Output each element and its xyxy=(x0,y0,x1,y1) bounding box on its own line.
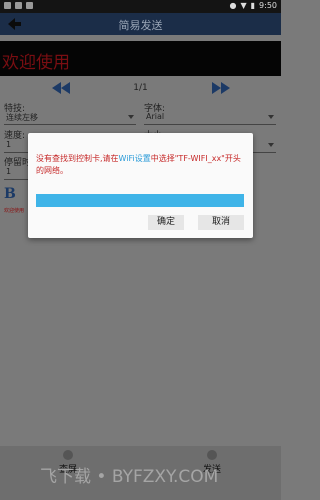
wifi-icon: ▼ xyxy=(240,1,247,10)
battery-icon: ▮ xyxy=(250,1,256,10)
effect-select[interactable]: 连续左移 xyxy=(4,111,136,125)
stay-value: 1 xyxy=(6,167,12,176)
status-time: 9:50 xyxy=(259,1,277,10)
wifi-settings-link[interactable]: WiFi设置 xyxy=(119,154,151,163)
wifi-alert-dialog: 没有查找到控制卡,请在WiFi设置中选择"TF-WIFI_xx"开头的网络。 确… xyxy=(28,133,253,238)
chevron-down-icon xyxy=(268,143,274,147)
notification-icon xyxy=(15,2,22,9)
preview-text: 欢迎使用 xyxy=(2,53,70,73)
pager: 1/1 xyxy=(0,80,281,98)
notification-icon xyxy=(26,2,33,9)
page-indicator: 1/1 xyxy=(133,83,148,93)
dialog-message: 没有查找到控制卡,请在WiFi设置中选择"TF-WIFI_xx"开头的网络。 xyxy=(36,153,248,177)
font-select[interactable]: Arial xyxy=(144,111,276,125)
next-page-icon[interactable] xyxy=(212,82,230,94)
confirm-button[interactable]: 确定 xyxy=(148,215,184,230)
app-bar: 简易发送 xyxy=(0,13,281,35)
small-preview-text: 欢迎使用 xyxy=(4,208,25,214)
effect-value: 连续左移 xyxy=(6,113,38,122)
location-icon: ● xyxy=(229,1,237,10)
page-title: 简易发送 xyxy=(118,19,163,32)
led-preview: 欢迎使用 xyxy=(0,41,281,76)
font-value: Arial xyxy=(146,112,165,121)
status-bar: ● ▼ ▮ 9:50 xyxy=(0,0,281,13)
speed-value: 1 xyxy=(6,140,12,149)
watermark: 飞下载 • BYFZXY.COM xyxy=(40,467,219,487)
progress-bar xyxy=(36,194,244,207)
send-icon xyxy=(207,450,217,460)
screen-icon xyxy=(63,450,73,460)
dialog-message-part1: 没有查找到控制卡,请在 xyxy=(36,154,119,163)
notification-icon xyxy=(4,2,11,9)
chevron-down-icon xyxy=(128,115,134,119)
bold-button[interactable]: B xyxy=(4,186,16,202)
chevron-down-icon xyxy=(268,115,274,119)
cancel-button[interactable]: 取消 xyxy=(198,215,244,230)
